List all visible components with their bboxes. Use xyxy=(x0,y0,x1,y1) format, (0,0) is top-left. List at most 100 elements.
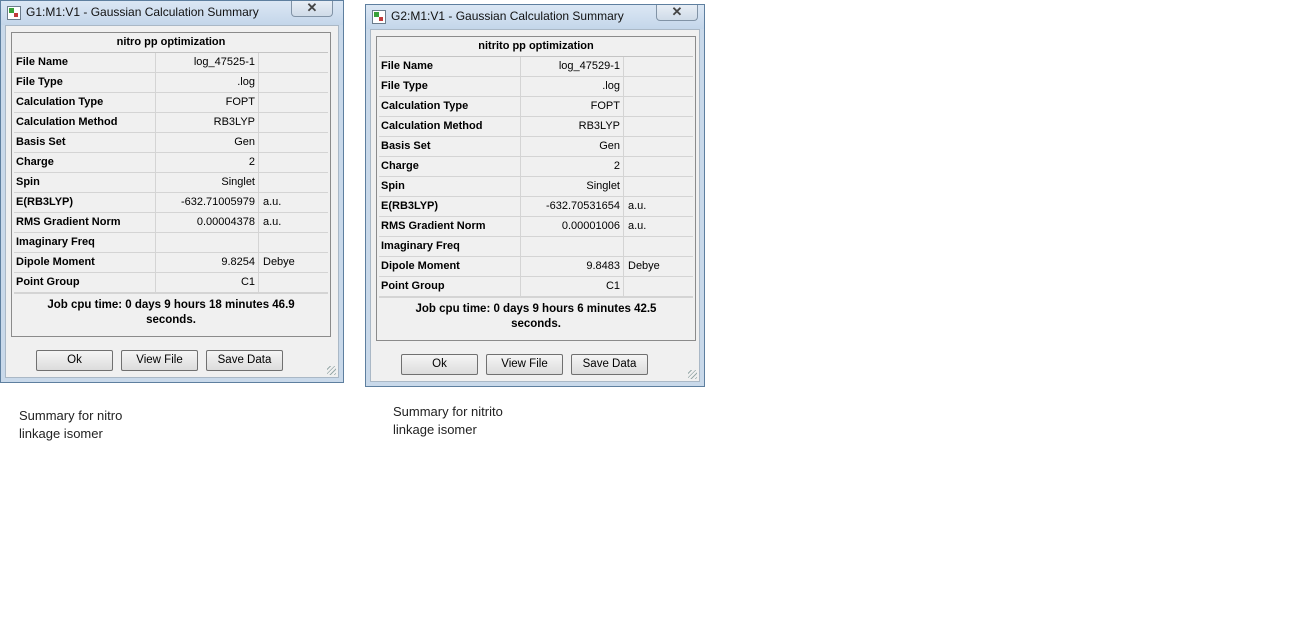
cpu-time-line: seconds. xyxy=(146,314,196,326)
summary-row: Basis Set Gen xyxy=(379,137,693,157)
resize-grip[interactable] xyxy=(688,370,697,379)
summary-row: File Name log_47529-1 xyxy=(379,57,693,77)
row-label: Basis Set xyxy=(379,137,521,156)
row-unit: Debye xyxy=(628,260,660,272)
view-file-button[interactable]: View File xyxy=(121,350,198,371)
summary-row: RMS Gradient Norm 0.00001006 a.u. xyxy=(379,217,693,237)
ok-button[interactable]: Ok xyxy=(401,354,478,375)
row-value xyxy=(521,237,624,256)
row-unit xyxy=(259,113,328,132)
summary-row: Calculation Method RB3LYP xyxy=(14,113,328,133)
summary-table: File Name log_47525-1 File Type .log Calcula… xyxy=(14,53,328,293)
row-value: C1 xyxy=(156,273,259,292)
row-label: Basis Set xyxy=(14,133,156,152)
title-bar[interactable]: G2:M1:V1 - Gaussian Calculation Summary … xyxy=(366,5,704,29)
summary-panel: nitrito pp optimization File Name log_475… xyxy=(376,36,696,341)
row-label: File Name xyxy=(379,57,521,76)
row-label: Calculation Type xyxy=(379,97,521,116)
save-data-button[interactable]: Save Data xyxy=(571,354,648,375)
summary-row: Calculation Type FOPT xyxy=(379,97,693,117)
window-client-area: nitrito pp optimization File Name log_475… xyxy=(370,29,700,382)
row-value xyxy=(156,233,259,252)
row-unit xyxy=(259,133,328,152)
caption-nitrito: Summary for nitrito linkage isomer xyxy=(393,404,503,437)
row-label: Imaginary Freq xyxy=(379,237,521,256)
row-label: Spin xyxy=(379,177,521,196)
summary-row: Imaginary Freq xyxy=(379,237,693,257)
view-file-button[interactable]: View File xyxy=(486,354,563,375)
row-value: RB3LYP xyxy=(521,117,624,136)
save-data-button[interactable]: Save Data xyxy=(206,350,283,371)
row-value: 2 xyxy=(156,153,259,172)
row-value: 9.8254 xyxy=(156,253,259,272)
window-title: G2:M1:V1 - Gaussian Calculation Summary xyxy=(391,9,624,23)
window-client-area: nitro pp optimization File Name log_47525… xyxy=(5,25,339,378)
summary-row: Calculation Type FOPT xyxy=(14,93,328,113)
row-label: Dipole Moment xyxy=(379,257,521,276)
row-unit xyxy=(624,117,693,136)
row-unit xyxy=(259,273,328,292)
title-bar[interactable]: G1:M1:V1 - Gaussian Calculation Summary … xyxy=(1,1,343,25)
row-unit: a.u. xyxy=(263,216,282,228)
row-label: E(RB3LYP) xyxy=(14,193,156,212)
resize-grip[interactable] xyxy=(327,366,336,375)
close-button[interactable]: ✕ xyxy=(291,1,333,17)
row-unit xyxy=(259,73,328,92)
row-label: Charge xyxy=(14,153,156,172)
row-label: E(RB3LYP) xyxy=(379,197,521,216)
row-label: RMS Gradient Norm xyxy=(14,213,156,232)
row-label: Point Group xyxy=(14,273,156,292)
close-button[interactable]: ✕ xyxy=(656,5,698,21)
row-unit xyxy=(259,233,328,252)
row-label: Calculation Type xyxy=(14,93,156,112)
row-label: File Name xyxy=(14,53,156,72)
row-unit xyxy=(259,153,328,172)
summary-row: Dipole Moment 9.8254 Debye xyxy=(14,253,328,273)
summary-row: E(RB3LYP) -632.71005979 a.u. xyxy=(14,193,328,213)
row-value: FOPT xyxy=(521,97,624,116)
summary-row: File Type .log xyxy=(379,77,693,97)
row-value: .log xyxy=(521,77,624,96)
row-value: RB3LYP xyxy=(156,113,259,132)
summary-row: RMS Gradient Norm 0.00004378 a.u. xyxy=(14,213,328,233)
summary-row: Spin Singlet xyxy=(379,177,693,197)
row-unit xyxy=(624,177,693,196)
window-title: G1:M1:V1 - Gaussian Calculation Summary xyxy=(26,5,259,19)
summary-table: File Name log_47529-1 File Type .log Calcula… xyxy=(379,57,693,297)
gaussview-app-icon xyxy=(7,6,21,20)
row-value: -632.71005979 xyxy=(156,193,259,212)
row-value: Gen xyxy=(156,133,259,152)
row-value: Singlet xyxy=(521,177,624,196)
row-unit xyxy=(624,137,693,156)
summary-row: Point Group C1 xyxy=(379,277,693,297)
summary-row: File Type .log xyxy=(14,73,328,93)
job-title: nitro pp optimization xyxy=(14,33,328,53)
row-label: Point Group xyxy=(379,277,521,296)
row-value: FOPT xyxy=(156,93,259,112)
summary-row: Point Group C1 xyxy=(14,273,328,293)
summary-row: Basis Set Gen xyxy=(14,133,328,153)
row-value: -632.70531654 xyxy=(521,197,624,216)
row-unit xyxy=(624,237,693,256)
row-unit xyxy=(624,97,693,116)
row-value: 2 xyxy=(521,157,624,176)
summary-row: File Name log_47525-1 xyxy=(14,53,328,73)
row-unit: a.u. xyxy=(628,200,647,212)
summary-row: Spin Singlet xyxy=(14,173,328,193)
row-value: log_47529-1 xyxy=(521,57,624,76)
row-unit xyxy=(624,57,693,76)
row-unit xyxy=(259,93,328,112)
summary-row: Imaginary Freq xyxy=(14,233,328,253)
row-unit xyxy=(624,157,693,176)
caption-nitro: Summary for nitro linkage isomer xyxy=(19,408,123,441)
cpu-time-line: Job cpu time: 0 days 9 hours 18 minutes … xyxy=(47,299,295,311)
row-unit xyxy=(259,173,328,192)
summary-row: Calculation Method RB3LYP xyxy=(379,117,693,137)
row-label: Spin xyxy=(14,173,156,192)
row-label: Dipole Moment xyxy=(14,253,156,272)
row-unit xyxy=(624,277,693,296)
row-value: log_47525-1 xyxy=(156,53,259,72)
summary-row: Charge 2 xyxy=(379,157,693,177)
ok-button[interactable]: Ok xyxy=(36,350,113,371)
cpu-time-line: Job cpu time: 0 days 9 hours 6 minutes 4… xyxy=(415,303,657,315)
